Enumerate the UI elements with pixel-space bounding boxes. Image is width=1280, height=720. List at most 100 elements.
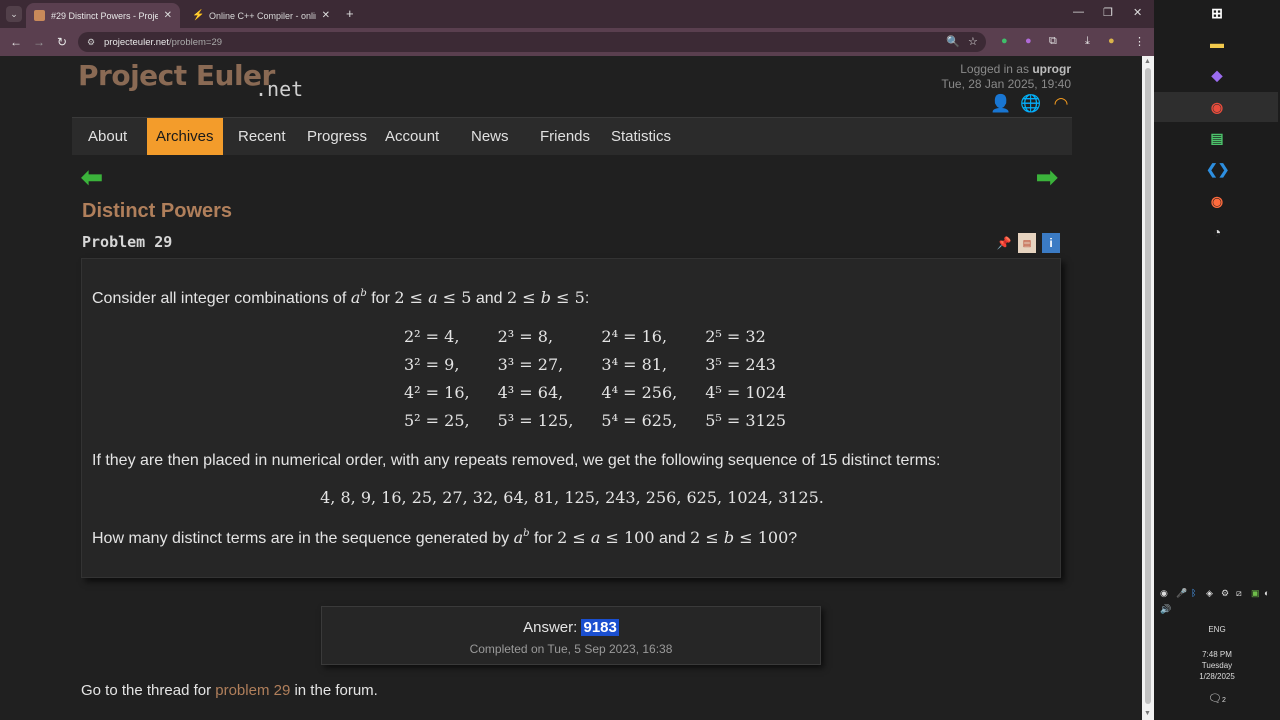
info-icon[interactable]: i (1042, 233, 1060, 253)
browser-menu-icon[interactable]: ⋮ (1134, 35, 1145, 48)
close-tab-icon[interactable]: ✕ (164, 10, 172, 21)
url-text[interactable]: projecteuler.net/problem=29 (104, 37, 222, 48)
main-nav: About Archives Recent Progress Account N… (72, 117, 1072, 155)
bookmark-star-icon[interactable]: ☆ (968, 35, 978, 48)
nav-account[interactable]: Account (376, 118, 448, 155)
table-cell: 2³ = 8, (497, 326, 554, 346)
nav-statistics[interactable]: Statistics (602, 118, 680, 155)
nav-recent[interactable]: Recent (229, 118, 295, 155)
windows-start-icon[interactable]: ⊞ (1206, 2, 1228, 24)
nav-archives[interactable]: Archives (147, 118, 223, 155)
browser-compass-icon[interactable]: ◉ (1206, 190, 1228, 212)
pdf-icon[interactable]: ▤ (1018, 233, 1036, 253)
site-logo[interactable]: Project Euler (78, 59, 275, 92)
table-cell: 3² = 9, (404, 354, 460, 374)
nav-friends[interactable]: Friends (531, 118, 599, 155)
powers-table: 2² = 4, 2³ = 8, 2⁴ = 16, 2⁵ = 32 3² = 9,… (390, 322, 800, 434)
url-host: projecteuler.net (104, 37, 169, 48)
tab-title: #29 Distinct Powers - Project Euler (51, 10, 158, 21)
previous-problem-arrow-icon[interactable]: ⬅ (81, 164, 103, 190)
pin-icon[interactable]: 📌 (995, 233, 1013, 253)
current-datetime: Tue, 28 Jan 2025, 19:40 (941, 77, 1071, 91)
download-icon[interactable]: ⤓ (1085, 35, 1090, 48)
close-tab-icon[interactable]: ✕ (322, 10, 330, 21)
lightning-icon: ⚡ (192, 10, 205, 21)
login-status: Logged in as uprogr Tue, 28 Jan 2025, 19… (941, 62, 1071, 92)
question-text: How many distinct terms are in the seque… (92, 530, 510, 547)
zoom-icon[interactable]: 🔍 (946, 35, 960, 48)
rss-icon[interactable]: ◠ (1050, 93, 1072, 115)
completed-date: Completed on Tue, 5 Sep 2023, 16:38 (469, 642, 673, 656)
reload-icon[interactable]: ↻ (57, 35, 67, 49)
tab-title: Online C++ Compiler - online (209, 10, 316, 21)
tab-cpp-compiler[interactable]: ⚡ Online C++ Compiler - online ✕ (184, 3, 338, 28)
minimize-button[interactable]: — (1073, 6, 1084, 18)
answer-value[interactable]: 9183 (581, 619, 619, 636)
chrome-icon[interactable]: ◉ (1206, 96, 1228, 118)
profile-avatar[interactable]: ● (1108, 35, 1115, 47)
table-cell: 5⁵ = 3125 (705, 410, 787, 430)
clock-time[interactable]: 7:48 PM (1154, 649, 1280, 660)
nvidia-icon[interactable]: ▣ (1251, 588, 1260, 599)
table-cell: 3⁵ = 243 (705, 354, 776, 374)
scroll-down-icon[interactable]: ▼ (1144, 710, 1151, 717)
globe-icon[interactable]: 🌐 (1020, 93, 1042, 115)
answer-line: Answer: 9183 (322, 619, 820, 636)
table-cell: 2⁵ = 32 (705, 326, 766, 346)
notepad-plus-icon[interactable]: ▤ (1206, 127, 1228, 149)
back-arrow-icon[interactable]: ← (10, 35, 22, 49)
vscode-icon[interactable]: ❮❯ (1206, 158, 1229, 180)
tab-strip: ⌄ #29 Distinct Powers - Project Euler ✕ … (0, 0, 1154, 28)
site-info-icon[interactable]: ⚙ (87, 37, 95, 48)
extension-grammarly-icon[interactable]: ● (1001, 35, 1008, 47)
nav-news[interactable]: News (462, 118, 518, 155)
tray-chrome-icon[interactable]: ◉ (1160, 588, 1168, 599)
scrollbar-thumb[interactable] (1145, 68, 1151, 704)
forum-prefix: Go to the thread for (81, 682, 212, 699)
visual-studio-icon[interactable]: ◆ (1206, 64, 1228, 86)
forum-thread-link[interactable]: problem 29 (215, 682, 290, 699)
table-row: 2² = 4, 2³ = 8, 2⁴ = 16, 2⁵ = 32 (390, 322, 800, 350)
extensions-puzzle-icon[interactable]: ⧉ (1049, 35, 1057, 48)
scroll-up-icon[interactable]: ▲ (1144, 58, 1151, 65)
tab-project-euler[interactable]: #29 Distinct Powers - Project Euler ✕ (26, 3, 180, 28)
distinct-sequence: 4, 8, 9, 16, 25, 27, 32, 64, 81, 125, 24… (320, 488, 824, 507)
close-window-button[interactable]: ✕ (1133, 6, 1142, 19)
page-scrollbar[interactable]: ▲ ▼ (1142, 56, 1154, 720)
page-content: Project Euler .net Logged in as uprogr T… (0, 56, 1142, 720)
notification-icon[interactable]: 🗨2 (1154, 694, 1280, 706)
next-problem-arrow-icon[interactable]: ➡ (1036, 164, 1058, 190)
bluetooth-icon[interactable]: ᛒ (1191, 588, 1196, 598)
tray-camera-off-icon[interactable]: ⧄ (1236, 588, 1242, 599)
language-indicator[interactable]: ENG (1154, 624, 1280, 635)
clock-day[interactable]: Tuesday (1154, 660, 1280, 671)
clock-date[interactable]: 1/28/2025 (1154, 671, 1280, 682)
forum-link-line: Go to the thread for problem 29 in the f… (81, 682, 378, 699)
forum-suffix: in the forum. (294, 682, 378, 699)
question-for: for (533, 530, 553, 547)
table-cell: 4⁴ = 256, (601, 382, 678, 402)
new-tab-button[interactable]: + (346, 6, 354, 21)
nav-about[interactable]: About (79, 118, 136, 155)
tray-app-icon[interactable]: ◈ (1206, 588, 1213, 599)
friends-icon[interactable]: 👤 (990, 93, 1012, 115)
microphone-icon[interactable]: 🎤 (1176, 588, 1187, 599)
clock-app-icon[interactable]: ◔ (1206, 221, 1228, 243)
nav-progress[interactable]: Progress (298, 118, 376, 155)
table-cell: 2⁴ = 16, (601, 326, 668, 346)
intro-text: Consider all integer combinations of (92, 290, 347, 307)
login-label: Logged in as (960, 62, 1029, 76)
steam-icon[interactable]: ◐ (1264, 588, 1269, 598)
tray-settings-icon[interactable]: ⚙ (1221, 588, 1229, 599)
site-logo-suffix: .net (255, 77, 304, 101)
intro-for: for (371, 290, 390, 307)
table-cell: 4³ = 64, (497, 382, 564, 402)
extension-purple-icon[interactable]: ● (1025, 35, 1032, 47)
tab-search-button[interactable]: ⌄ (6, 6, 22, 22)
ordered-text: If they are then placed in numerical ord… (92, 452, 941, 469)
volume-icon[interactable]: 🔊 (1160, 604, 1171, 615)
forward-arrow-icon[interactable]: → (33, 35, 45, 49)
restore-button[interactable]: ❐ (1103, 6, 1113, 19)
table-row: 4² = 16, 4³ = 64, 4⁴ = 256, 4⁵ = 1024 (390, 378, 800, 406)
file-explorer-icon[interactable]: ▬ (1206, 32, 1228, 54)
